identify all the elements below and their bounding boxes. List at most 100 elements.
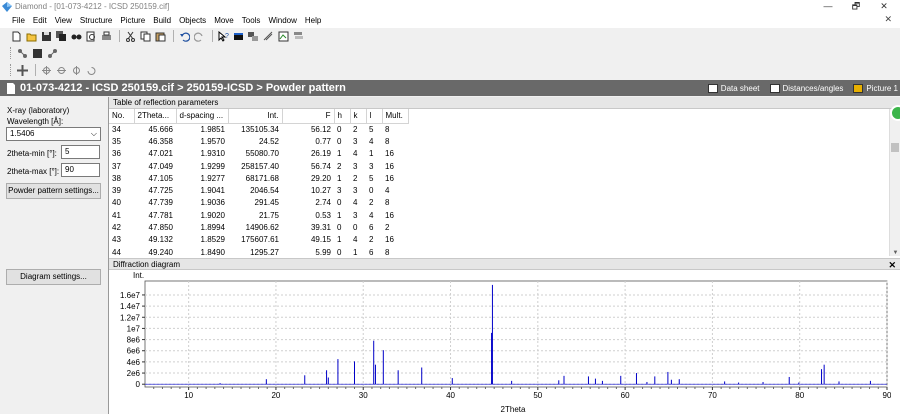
document-icon — [7, 82, 15, 94]
col-mult[interactable]: Mult. — [382, 109, 409, 124]
save-structure-icon[interactable] — [31, 47, 44, 59]
save-icon[interactable] — [40, 30, 53, 42]
rotate-x-icon[interactable] — [40, 64, 53, 76]
close-diagram-icon[interactable]: ✕ — [888, 259, 896, 271]
bonds-icon[interactable] — [46, 47, 59, 59]
print-icon[interactable] — [100, 30, 113, 42]
wavelength-label: Wavelength [Å]: — [7, 117, 64, 126]
col-h[interactable]: h — [334, 109, 351, 124]
menu-view[interactable]: View — [51, 16, 76, 25]
table-row[interactable]: 42 47.850 1.8994 14906.62 39.31 0 0 6 2 — [109, 221, 408, 233]
menu-move[interactable]: Move — [210, 16, 238, 25]
menu-picture[interactable]: Picture — [116, 16, 149, 25]
window5-icon[interactable] — [292, 30, 305, 42]
reflection-table: No. 2Theta... d-spacing ... Int. F h k l… — [109, 109, 409, 258]
table-row[interactable]: 35 46.358 1.9570 24.52 0.77 0 3 4 8 — [109, 135, 408, 147]
table-cell: 16 — [385, 149, 394, 159]
reflection-table-panel: Table of reflection parameters No. 2Thet… — [108, 97, 900, 258]
menu-structure[interactable]: Structure — [76, 16, 116, 25]
col-int[interactable]: Int. — [228, 109, 283, 124]
rotate-free-icon[interactable] — [85, 64, 98, 76]
new-icon[interactable] — [10, 30, 23, 42]
table-row[interactable]: 44 49.240 1.8490 1295.27 5.99 0 1 6 8 — [109, 246, 408, 258]
mdi-close-icon[interactable]: ✕ — [884, 14, 892, 25]
diagram-settings-button[interactable]: Diagram settings... — [6, 269, 101, 285]
tab-distances-angles[interactable]: Distances/angles — [769, 83, 843, 93]
tab-picture-1[interactable]: Picture 1 — [853, 83, 898, 93]
table-cell: 0 — [337, 136, 342, 146]
scroll-thumb[interactable] — [891, 143, 899, 152]
table-row[interactable]: 36 47.021 1.9310 55080.70 26.19 1 4 1 16 — [109, 148, 408, 160]
tab-data-sheet[interactable]: Data sheet — [707, 83, 760, 93]
theta-min-input[interactable]: 5 — [61, 145, 100, 159]
paste-icon[interactable] — [154, 30, 167, 42]
table-scrollbar[interactable]: ▲ ▼ — [889, 109, 900, 256]
window1-icon[interactable] — [232, 30, 245, 42]
table-cell: 4 — [369, 136, 374, 146]
print-preview-icon[interactable] — [85, 30, 98, 42]
x-tick-label: 70 — [708, 391, 717, 400]
menu-help[interactable]: Help — [301, 16, 325, 25]
open-icon[interactable] — [25, 30, 38, 42]
scroll-down-icon[interactable]: ▼ — [890, 250, 900, 256]
table-cell: 1.9299 — [200, 161, 225, 171]
menu-edit[interactable]: Edit — [29, 16, 51, 25]
cut-icon[interactable] — [124, 30, 137, 42]
undo-icon[interactable] — [178, 30, 191, 42]
copy-icon[interactable] — [139, 30, 152, 42]
window3-icon[interactable] — [262, 30, 275, 42]
table-cell: 3 — [353, 186, 358, 196]
menu-tools[interactable]: Tools — [238, 16, 265, 25]
table-row[interactable]: 34 45.666 1.9851 135105.34 56.12 0 2 5 8 — [109, 123, 408, 135]
table-cell: 42 — [112, 223, 121, 233]
menu-file[interactable]: File — [8, 16, 29, 25]
table-cell: 1.9851 — [200, 124, 225, 134]
col-l[interactable]: l — [366, 109, 383, 124]
menu-objects[interactable]: Objects — [175, 16, 210, 25]
table-row[interactable]: 41 47.781 1.9020 21.75 0.53 1 3 4 16 — [109, 209, 408, 221]
rotate-z-icon[interactable] — [70, 64, 83, 76]
window4-icon[interactable] — [277, 30, 290, 42]
menu-build[interactable]: Build — [149, 16, 175, 25]
window2-icon[interactable] — [247, 30, 260, 42]
col-2theta[interactable]: 2Theta... — [134, 109, 177, 124]
rotate-y-icon[interactable] — [55, 64, 68, 76]
help-pointer-icon[interactable]: ? — [217, 30, 230, 42]
restore-button[interactable]: 🗗 — [842, 0, 870, 13]
y-axis-label: Int. — [133, 271, 144, 280]
col-d-spacing[interactable]: d-spacing ... — [176, 109, 229, 124]
wavelength-select[interactable]: 1.5406 ⌵ — [6, 127, 101, 141]
toolbar-grip — [10, 47, 12, 59]
table-cell: 26.19 — [310, 149, 331, 159]
col-no[interactable]: No. — [109, 109, 135, 124]
table-row[interactable]: 38 47.105 1.9277 68171.68 29.20 1 2 5 16 — [109, 172, 408, 184]
redo-icon[interactable] — [193, 30, 206, 42]
table-cell: 8 — [385, 247, 390, 257]
table-cell: 2 — [369, 235, 374, 245]
table-cell: 1 — [337, 173, 342, 183]
table-row[interactable]: 37 47.049 1.9299 258157.40 56.74 2 3 3 16 — [109, 160, 408, 172]
table-panel-header: Table of reflection parameters — [109, 97, 900, 109]
toolbar-grip — [10, 64, 12, 76]
col-k[interactable]: k — [350, 109, 367, 124]
table-cell: 37 — [112, 161, 121, 171]
x-axis-label: 2Theta — [501, 405, 526, 414]
find-icon[interactable] — [70, 30, 83, 42]
table-row[interactable]: 43 49.132 1.8529 175607.61 49.15 1 4 2 16 — [109, 234, 408, 246]
col-f[interactable]: F — [282, 109, 335, 124]
atoms-icon[interactable] — [16, 47, 29, 59]
save-all-icon[interactable] — [55, 30, 68, 42]
table-cell: 47.781 — [148, 210, 173, 220]
powder-pattern-settings-button[interactable]: Powder pattern settings... — [6, 183, 101, 199]
menu-window[interactable]: Window — [264, 16, 300, 25]
y-tick-label: 1.6e7 — [120, 291, 141, 300]
theta-max-input[interactable]: 90 — [61, 163, 100, 177]
close-window-button[interactable]: ✕ — [870, 0, 898, 13]
table-cell: 3 — [337, 186, 342, 196]
table-row[interactable]: 40 47.739 1.9036 291.45 2.74 0 4 2 8 — [109, 197, 408, 209]
table-row[interactable]: 39 47.725 1.9041 2046.54 10.27 3 3 0 4 — [109, 184, 408, 196]
table-cell: 5 — [369, 173, 374, 183]
move-cross-icon[interactable] — [16, 64, 29, 76]
minimize-button[interactable]: — — [814, 0, 842, 13]
table-cell: 16 — [385, 161, 394, 171]
